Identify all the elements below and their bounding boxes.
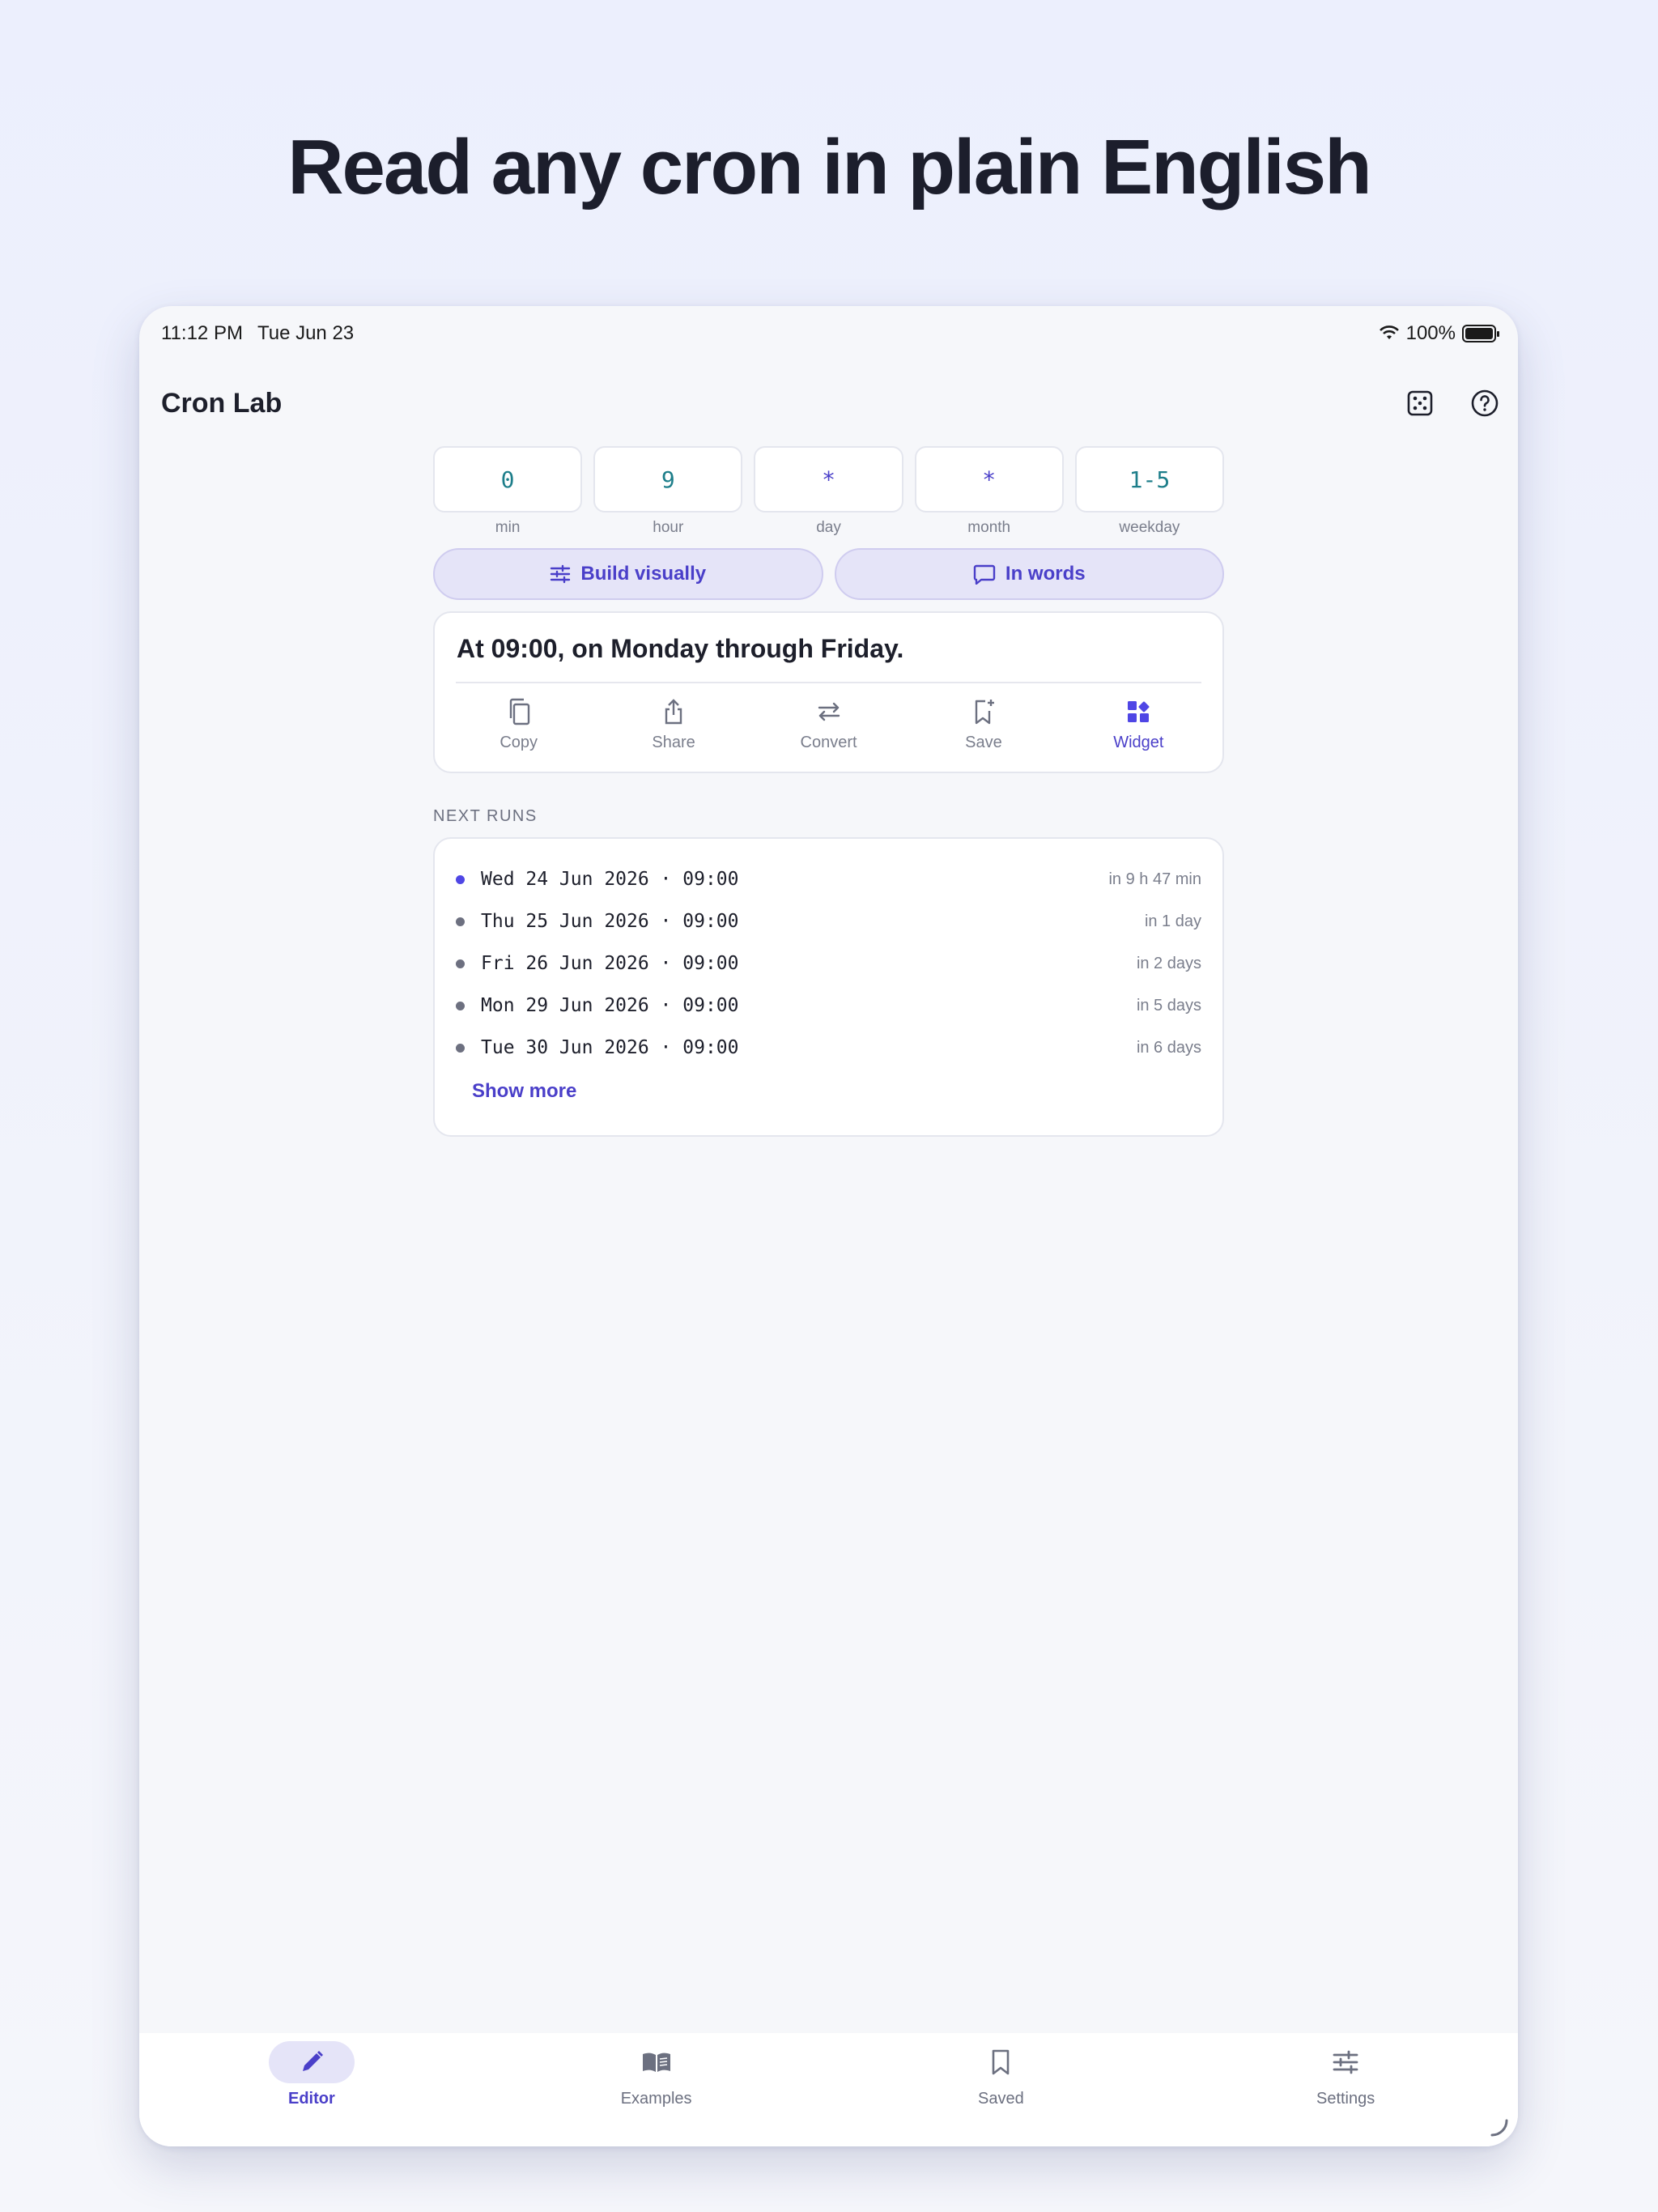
bookmark-icon [993,2049,1010,2075]
status-date: Tue Jun 23 [257,322,355,344]
app-title: Cron Lab [161,387,283,419]
tablet-frame: 11:12 PM Tue Jun 23 100% Cron Lab 0 min … [139,306,1518,2146]
wifi-icon [1379,325,1399,339]
field-weekday: 1-5 weekday [1074,446,1225,537]
description-card: At 09:00, on Monday through Friday. Copy [433,611,1224,773]
weekday-label: weekday [1119,519,1180,536]
share-button[interactable]: Share [596,698,750,752]
action-row: Copy Share Convert Save Widget [435,683,1222,772]
build-visually-label: Build visually [580,563,707,585]
copy-button[interactable]: Copy [441,698,596,752]
app-bar: Cron Lab [161,371,1502,436]
mode-switch: Build visually In words [433,548,1224,600]
status-time: 11:12 PM [161,322,243,344]
next-runs-title: NEXT RUNS [433,807,538,825]
book-icon [642,2052,670,2072]
run-relative: in 5 days [1136,996,1201,1015]
run-relative: in 2 days [1136,954,1201,972]
minute-input[interactable]: 0 [433,446,583,513]
run-dot [456,1001,465,1010]
run-dot [456,1043,465,1053]
in-words-label: In words [1005,563,1086,585]
battery-percent: 100% [1405,322,1456,344]
month-label: month [967,519,1011,536]
widget-icon [1128,701,1150,722]
run-relative: in 1 day [1144,912,1201,930]
battery-icon [1462,325,1499,342]
status-bar: 11:12 PM Tue Jun 23 100% [161,317,1499,350]
editor-content: 0 min 9 hour * day * month 1-5 weekday B… [433,446,1225,1137]
tab-editor[interactable]: Editor [139,2033,484,2146]
tab-examples-label: Examples [620,2090,692,2108]
run-relative: in 9 h 47 min [1108,870,1201,888]
convert-icon [818,702,840,721]
run-row: Fri 26 Jun 2026 · 09:00 in 2 days [456,942,1201,985]
tab-settings-label: Settings [1316,2090,1375,2108]
save-label: Save [965,734,1002,751]
help-icon[interactable] [1468,386,1502,420]
run-row: Tue 30 Jun 2026 · 09:00 in 6 days [456,1027,1201,1069]
widget-label: Widget [1113,734,1164,751]
run-time: Mon 29 Jun 2026 · 09:00 [481,995,739,1016]
share-icon [665,699,682,725]
field-month: * month [914,446,1064,537]
run-row: Mon 29 Jun 2026 · 09:00 in 5 days [456,985,1201,1027]
run-row: Wed 24 Jun 2026 · 09:00 in 9 h 47 min [456,858,1201,900]
run-dot [456,917,465,926]
day-label: day [816,519,841,536]
tab-saved-label: Saved [978,2090,1024,2108]
copy-icon [509,698,529,725]
tab-editor-label: Editor [287,2090,335,2108]
convert-label: Convert [800,734,857,751]
run-dot [456,959,465,968]
cron-fields: 0 min 9 hour * day * month 1-5 weekday [433,446,1225,537]
hour-input[interactable]: 9 [593,446,743,513]
run-time: Tue 30 Jun 2026 · 09:00 [481,1037,739,1058]
sliders-icon [1333,2050,1358,2074]
build-visually-button[interactable]: Build visually [433,548,823,600]
next-runs-card: Wed 24 Jun 2026 · 09:00 in 9 h 47 min Th… [433,837,1224,1137]
dice-icon[interactable] [1403,386,1437,420]
run-time: Wed 24 Jun 2026 · 09:00 [481,869,739,890]
cron-description: At 09:00, on Monday through Friday. [457,634,904,663]
chat-bubble-icon [973,564,996,585]
run-time: Fri 26 Jun 2026 · 09:00 [481,953,739,974]
run-row: Thu 25 Jun 2026 · 09:00 in 1 day [456,900,1201,942]
tab-saved[interactable]: Saved [829,2033,1174,2146]
widget-button[interactable]: Widget [1061,698,1216,752]
pencil-icon [302,2051,323,2071]
bookmark-add-icon [975,700,994,725]
headline: Read any cron in plain English [287,124,1372,211]
save-button[interactable]: Save [906,698,1061,752]
field-day: * day [754,446,903,537]
run-time: Thu 25 Jun 2026 · 09:00 [481,911,739,932]
tab-examples[interactable]: Examples [484,2033,829,2146]
in-words-button[interactable]: In words [834,548,1224,600]
hour-label: hour [653,519,684,536]
run-dot [456,874,465,884]
field-minute: 0 min [433,446,583,537]
convert-button[interactable]: Convert [751,698,906,752]
sliders-icon [551,564,571,584]
day-input[interactable]: * [754,446,903,513]
share-label: Share [652,734,695,751]
field-hour: 9 hour [593,446,743,537]
tab-settings[interactable]: Settings [1173,2033,1518,2146]
resize-handle-icon[interactable] [1489,2117,1510,2138]
copy-label: Copy [500,734,538,751]
tab-bar: Editor Examples Saved Settings [139,2033,1518,2146]
show-more-link[interactable]: Show more [472,1080,1201,1103]
weekday-input[interactable]: 1-5 [1074,446,1225,513]
minute-label: min [495,519,521,536]
month-input[interactable]: * [914,446,1064,513]
run-relative: in 6 days [1136,1038,1201,1057]
